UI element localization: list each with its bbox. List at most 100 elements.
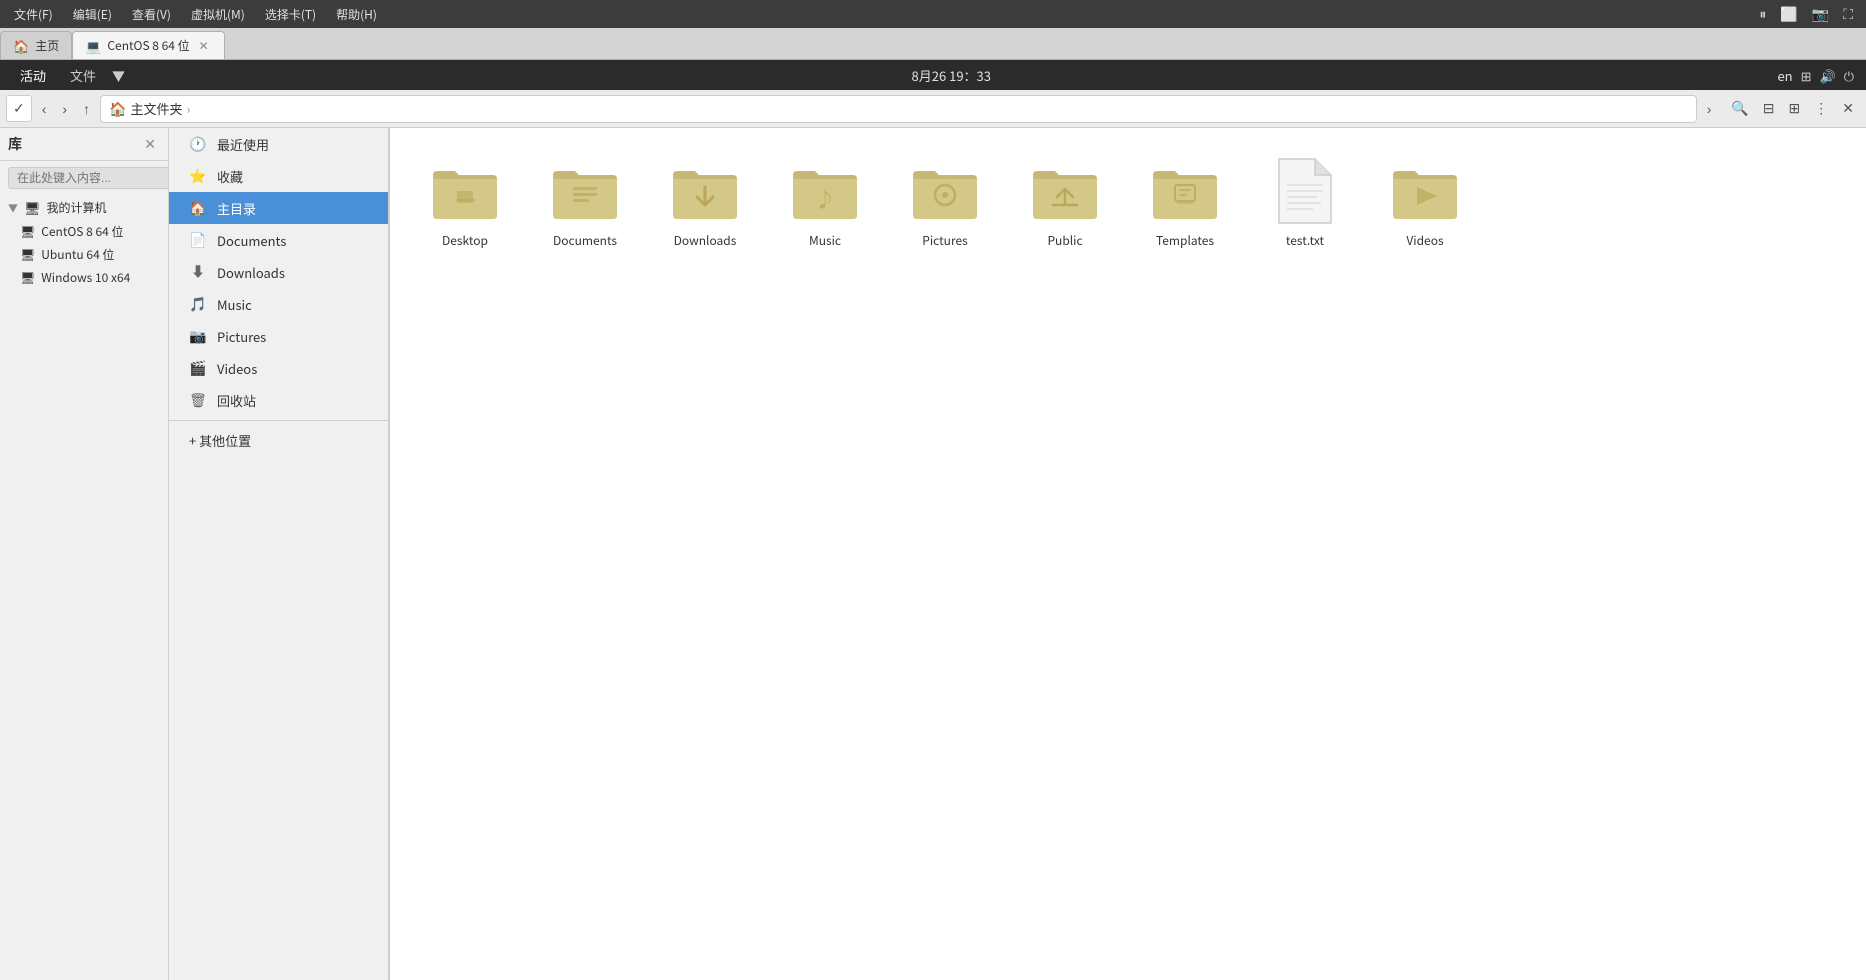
volume-icon[interactable]: 🔊 (1820, 66, 1836, 85)
view-list-btn[interactable]: ⊟ (1757, 96, 1781, 121)
back-btn[interactable]: ‹ (36, 97, 53, 121)
downloads-folder-icon (665, 156, 745, 226)
tree-item-my-computer[interactable]: ▼ 🖥 我的计算机 (0, 195, 168, 220)
power-icon[interactable]: ⏻ (1844, 66, 1854, 85)
tree-item-centos-label: CentOS 8 64 位 (41, 223, 123, 240)
sidebar-item-music[interactable]: 🎵 Music (169, 288, 388, 320)
vm-menu-tab[interactable]: 选择卡(T) (259, 4, 322, 25)
left-panel-combined: 库 ✕ ▼ 🖥 我的计算机 🖥 CentOS 8 64 位 (0, 128, 390, 980)
tab-bar: 🏠 主页 💻 CentOS 8 64 位 ✕ (0, 28, 1866, 60)
downloads-icon: ⬇ (189, 262, 207, 282)
file-item-public[interactable]: Public (1010, 148, 1120, 257)
vm-menu-view[interactable]: 查看(V) (126, 4, 177, 25)
music-folder-icon: ♪ (785, 156, 865, 226)
network-icon: ⊞ (1801, 66, 1812, 85)
more-options-btn[interactable]: ⋮ (1808, 96, 1834, 121)
file-item-music[interactable]: ♪ Music (770, 148, 880, 257)
tree-item-windows-label: Windows 10 x64 (41, 269, 130, 286)
breadcrumb-bar: 🏠 主文件夹 › (100, 95, 1697, 123)
sidebar-downloads-label: Downloads (217, 263, 285, 282)
vm-menu-edit[interactable]: 编辑(E) (67, 4, 118, 25)
sidebar: 🕐 最近使用 ⭐ 收藏 🏠 主目录 📄 Documents (169, 128, 389, 980)
search-btn[interactable]: 🔍 (1725, 96, 1754, 121)
sidebar-item-favorites[interactable]: ⭐ 收藏 (169, 160, 388, 192)
sidebar-videos-label: Videos (217, 359, 257, 378)
file-item-videos[interactable]: Videos (1370, 148, 1480, 257)
tree-close-btn[interactable]: ✕ (140, 135, 160, 154)
tab-home-label: 主页 (35, 37, 59, 54)
vm-menu-file[interactable]: 文件(F) (8, 4, 59, 25)
vm-fullscreen-btn[interactable]: ⛶ (1838, 4, 1858, 25)
sidebar-recent-label: 最近使用 (217, 135, 269, 154)
file-item-templates[interactable]: Templates (1130, 148, 1240, 257)
tree-computer-icon: 🖥 (24, 198, 41, 217)
tree-item-ubuntu-label: Ubuntu 64 位 (41, 246, 114, 263)
sidebar-item-recent[interactable]: 🕐 最近使用 (169, 128, 388, 160)
file-item-downloads[interactable]: Downloads (650, 148, 760, 257)
tab-centos-label: CentOS 8 64 位 (107, 37, 189, 54)
breadcrumb-home-icon: 🏠 (109, 99, 126, 119)
documents-icon: 📄 (189, 230, 207, 250)
vm-pause-btn[interactable]: ⏸ (1754, 4, 1771, 25)
tree-item-windows-icon: 🖥 (20, 269, 35, 286)
sidebar-home-label: 主目录 (217, 199, 256, 218)
sidebar-item-videos[interactable]: 🎬 Videos (169, 352, 388, 384)
sidebar-documents-label: Documents (217, 231, 286, 250)
pictures-icon: 📷 (189, 326, 207, 346)
content-area: 库 ✕ ▼ 🖥 我的计算机 🖥 CentOS 8 64 位 (0, 128, 1866, 980)
nav-right-icons: 🔍 ⊟ ⊞ ⋮ ✕ (1725, 96, 1860, 121)
tree-item-centos[interactable]: 🖥 CentOS 8 64 位 (0, 220, 168, 243)
downloads-folder-label: Downloads (674, 232, 737, 249)
trash-icon: 🗑 (189, 390, 207, 410)
public-folder-label: Public (1047, 232, 1082, 249)
files-menu-button[interactable]: 文件 (62, 64, 104, 87)
activities-button[interactable]: 活动 (12, 64, 54, 87)
sidebar-favorites-label: 收藏 (217, 167, 243, 186)
sidebar-item-downloads[interactable]: ⬇ Downloads (169, 256, 388, 288)
file-item-documents[interactable]: Documents (530, 148, 640, 257)
vm-snapshot-btn[interactable]: 📷 (1807, 4, 1834, 25)
vm-stop-btn[interactable]: ⬜ (1775, 4, 1802, 25)
tree-panel: 库 ✕ ▼ 🖥 我的计算机 🖥 CentOS 8 64 位 (0, 128, 169, 980)
lang-indicator[interactable]: en (1777, 66, 1792, 85)
sidebar-item-trash[interactable]: 🗑 回收站 (169, 384, 388, 416)
sidebar-item-pictures[interactable]: 📷 Pictures (169, 320, 388, 352)
tab-close-btn[interactable]: ✕ (196, 36, 212, 55)
tree-item-ubuntu[interactable]: 🖥 Ubuntu 64 位 (0, 243, 168, 266)
breadcrumb-sep: › (187, 99, 191, 118)
forward-btn[interactable]: › (56, 97, 73, 121)
sidebar-item-documents[interactable]: 📄 Documents (169, 224, 388, 256)
tree-search-input[interactable] (8, 167, 169, 189)
sidebar-item-other-locations[interactable]: + 其他位置 (169, 425, 388, 456)
videos-folder-label: Videos (1406, 232, 1443, 249)
documents-folder-icon (545, 156, 625, 226)
vm-menu-vm[interactable]: 虚拟机(M) (185, 4, 251, 25)
public-folder-icon (1025, 156, 1105, 226)
recent-icon: 🕐 (189, 134, 207, 154)
svg-text:♪: ♪ (814, 182, 836, 214)
file-item-test-txt[interactable]: test.txt (1250, 148, 1360, 257)
tree-item-windows[interactable]: 🖥 Windows 10 x64 (0, 266, 168, 289)
vm-toolbar-icons: ⏸ ⬜ 📷 ⛶ (1754, 4, 1858, 25)
check-btn[interactable]: ✓ (6, 95, 32, 122)
vm-menu-help[interactable]: 帮助(H) (330, 4, 383, 25)
files-dropdown-arrow[interactable]: ▼ (112, 66, 125, 85)
test-txt-label: test.txt (1286, 232, 1324, 249)
tree-item-ubuntu-icon: 🖥 (20, 246, 35, 263)
tab-centos[interactable]: 💻 CentOS 8 64 位 ✕ (72, 31, 225, 59)
tree-item-centos-icon: 🖥 (20, 223, 35, 240)
file-manager: 🏠 主页 💻 CentOS 8 64 位 ✕ 活动 文件 ▼ 8月26 19：3… (0, 28, 1866, 980)
tab-home[interactable]: 🏠 主页 (0, 31, 72, 59)
file-area: Desktop Docum (390, 128, 1866, 980)
nav-forward-small[interactable]: › (1701, 97, 1718, 121)
up-btn[interactable]: ↑ (77, 97, 96, 121)
sidebar-item-home[interactable]: 🏠 主目录 (169, 192, 388, 224)
sidebar-pictures-label: Pictures (217, 327, 266, 346)
view-grid-btn[interactable]: ⊞ (1783, 96, 1807, 121)
file-item-desktop[interactable]: Desktop (410, 148, 520, 257)
videos-folder-icon (1385, 156, 1465, 226)
file-item-pictures[interactable]: Pictures (890, 148, 1000, 257)
file-grid: Desktop Docum (410, 148, 1846, 257)
music-icon: 🎵 (189, 294, 207, 314)
close-window-btn[interactable]: ✕ (1836, 96, 1860, 121)
